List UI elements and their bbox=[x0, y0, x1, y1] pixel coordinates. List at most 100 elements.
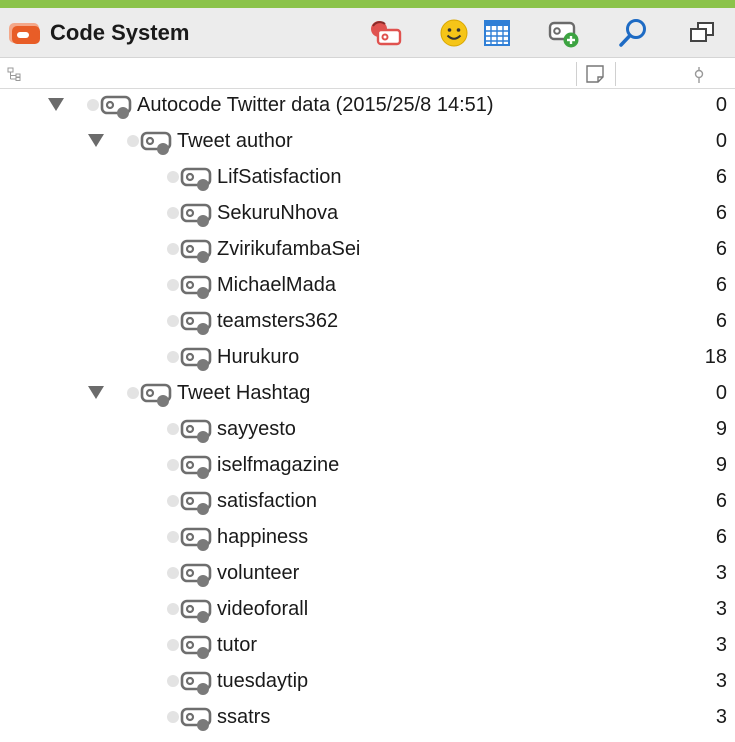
code-label: SekuruNhova bbox=[217, 202, 339, 224]
table-icon bbox=[484, 20, 510, 46]
panel-title: Code System bbox=[50, 20, 190, 45]
tree-row[interactable]: MichaelMada 6 bbox=[0, 267, 735, 303]
code-tag-icon bbox=[180, 239, 212, 263]
code-color-dot bbox=[167, 279, 179, 291]
code-color-dot bbox=[127, 135, 139, 147]
tree-row[interactable]: ZvirikufambaSei 6 bbox=[0, 231, 735, 267]
code-label: tuesdaytip bbox=[217, 670, 309, 692]
code-color-dot bbox=[167, 243, 179, 255]
code-count: 0 bbox=[715, 94, 727, 116]
tree-row[interactable]: sayyesto 9 bbox=[0, 411, 735, 447]
tree-row[interactable]: Autocode Twitter data (2015/25/8 14:51) 0 bbox=[0, 87, 735, 123]
code-color-dot bbox=[167, 603, 179, 615]
code-tag-icon bbox=[180, 563, 212, 587]
code-label: Autocode Twitter data (2015/25/8 14:51) bbox=[137, 94, 494, 116]
code-count: 3 bbox=[715, 670, 727, 692]
tree-row[interactable]: Tweet author 0 bbox=[0, 123, 735, 159]
code-tag-icon bbox=[180, 347, 212, 371]
code-count: 0 bbox=[715, 382, 727, 404]
expand-triangle-icon[interactable] bbox=[88, 134, 104, 147]
tree-row[interactable]: videoforall 3 bbox=[0, 591, 735, 627]
undock-window-button[interactable] bbox=[684, 16, 720, 50]
code-count: 3 bbox=[715, 706, 727, 728]
panel-header: Code System bbox=[0, 8, 735, 58]
hierarchy-icon[interactable] bbox=[6, 66, 22, 82]
code-count: 18 bbox=[704, 346, 727, 368]
tree-row[interactable]: Tweet Hashtag 0 bbox=[0, 375, 735, 411]
column-header-bar bbox=[0, 60, 735, 89]
code-label: Tweet author bbox=[177, 130, 293, 152]
code-count: 6 bbox=[715, 526, 727, 548]
code-tree: Autocode Twitter data (2015/25/8 14:51) 0… bbox=[0, 87, 735, 735]
undock-window-icon bbox=[690, 22, 714, 42]
expand-triangle-icon[interactable] bbox=[48, 98, 64, 111]
code-tag-icon bbox=[180, 707, 212, 731]
search-button[interactable] bbox=[615, 16, 651, 50]
code-count: 3 bbox=[715, 598, 727, 620]
expand-triangle-icon[interactable] bbox=[88, 386, 104, 399]
tree-row[interactable]: Hurukuro 18 bbox=[0, 339, 735, 375]
code-label: videoforall bbox=[217, 598, 309, 620]
code-label: Tweet Hashtag bbox=[177, 382, 311, 404]
new-code-icon bbox=[548, 21, 579, 48]
code-label: happiness bbox=[217, 526, 309, 548]
code-tag-icon bbox=[180, 635, 212, 659]
emoticode-button[interactable] bbox=[436, 16, 472, 50]
code-label: LifSatisfaction bbox=[217, 166, 342, 188]
code-color-dot bbox=[167, 315, 179, 327]
tree-row[interactable]: tuesdaytip 3 bbox=[0, 663, 735, 699]
code-color-dot bbox=[167, 567, 179, 579]
new-code-button[interactable] bbox=[546, 16, 582, 50]
tree-row[interactable]: ssatrs 3 bbox=[0, 699, 735, 735]
code-tag-icon bbox=[140, 131, 172, 155]
code-tag-icon bbox=[180, 527, 212, 551]
column-separator[interactable] bbox=[576, 62, 577, 86]
code-count: 6 bbox=[715, 490, 727, 512]
code-count: 6 bbox=[715, 274, 727, 296]
activate-codes-button[interactable] bbox=[368, 16, 404, 50]
code-tag-icon bbox=[180, 275, 212, 299]
code-color-dot bbox=[167, 171, 179, 183]
code-tag-icon bbox=[180, 455, 212, 479]
code-count: 3 bbox=[715, 562, 727, 584]
code-color-dot bbox=[167, 675, 179, 687]
code-color-dot bbox=[87, 99, 99, 111]
code-tag-icon bbox=[100, 95, 132, 119]
tree-row[interactable]: SekuruNhova 6 bbox=[0, 195, 735, 231]
column-separator[interactable] bbox=[615, 62, 616, 86]
code-tag-icon bbox=[140, 383, 172, 407]
code-count: 6 bbox=[715, 238, 727, 260]
activate-codes-icon bbox=[371, 21, 402, 46]
code-tag-icon bbox=[180, 203, 212, 227]
memo-icon[interactable] bbox=[585, 64, 605, 84]
code-color-dot bbox=[167, 531, 179, 543]
code-system-logo-icon bbox=[9, 23, 40, 44]
code-label: satisfaction bbox=[217, 490, 318, 512]
code-label: volunteer bbox=[217, 562, 300, 584]
code-label: MichaelMada bbox=[217, 274, 336, 296]
code-color-dot bbox=[167, 711, 179, 723]
code-label: teamsters362 bbox=[217, 310, 339, 332]
code-count: 6 bbox=[715, 166, 727, 188]
table-view-button[interactable] bbox=[479, 16, 515, 50]
tree-row[interactable]: teamsters362 6 bbox=[0, 303, 735, 339]
tree-row[interactable]: LifSatisfaction 6 bbox=[0, 159, 735, 195]
emoticode-icon bbox=[440, 19, 468, 47]
code-label: ssatrs bbox=[217, 706, 271, 728]
search-icon bbox=[619, 19, 646, 47]
code-count: 6 bbox=[715, 310, 727, 332]
tree-row[interactable]: iselfmagazine 9 bbox=[0, 447, 735, 483]
code-color-dot bbox=[127, 387, 139, 399]
tree-row[interactable]: satisfaction 6 bbox=[0, 483, 735, 519]
code-tag-icon bbox=[180, 491, 212, 515]
code-color-dot bbox=[167, 459, 179, 471]
code-color-dot bbox=[167, 351, 179, 363]
frequency-icon[interactable] bbox=[692, 66, 706, 84]
code-tag-icon bbox=[180, 671, 212, 695]
code-label: sayyesto bbox=[217, 418, 296, 440]
tree-row[interactable]: volunteer 3 bbox=[0, 555, 735, 591]
tree-row[interactable]: happiness 6 bbox=[0, 519, 735, 555]
tree-row[interactable]: tutor 3 bbox=[0, 627, 735, 663]
code-count: 3 bbox=[715, 634, 727, 656]
code-tag-icon bbox=[180, 419, 212, 443]
